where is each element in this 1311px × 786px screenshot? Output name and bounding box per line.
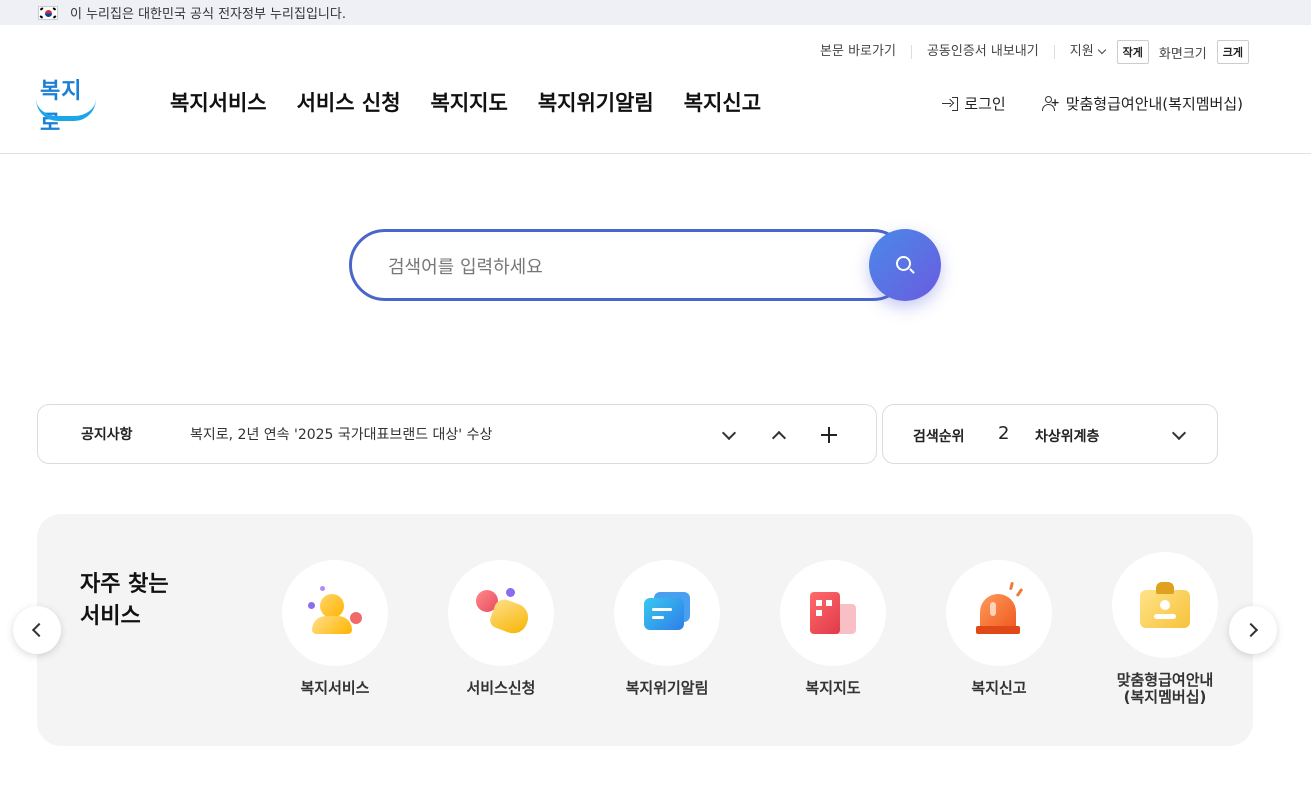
nav-crisis-alert[interactable]: 복지위기알림 bbox=[538, 87, 654, 117]
login-label: 로그인 bbox=[964, 95, 1006, 113]
chevron-up-icon bbox=[771, 430, 787, 445]
service-welfare[interactable]: 복지서비스 bbox=[275, 560, 395, 697]
chevron-down-icon bbox=[721, 425, 737, 440]
notice-prev-button[interactable] bbox=[769, 425, 789, 445]
chevron-left-icon bbox=[31, 622, 47, 638]
service-welfare-map[interactable]: 복지지도 bbox=[773, 560, 893, 697]
notice-label: 공지사항 bbox=[81, 427, 133, 443]
membership-label: 맞춤형급여안내(복지멤버십) bbox=[1065, 95, 1243, 113]
font-size-label: 화면크기 bbox=[1158, 46, 1207, 62]
ranking-number: 2 bbox=[998, 423, 1010, 444]
ranking-term[interactable]: 차상위계층 bbox=[1035, 426, 1099, 446]
service-label: 복지서비스 bbox=[300, 679, 370, 697]
search-icon bbox=[894, 254, 916, 276]
membership-button[interactable]: + 맞춤형급여안내(복지멤버십) bbox=[1041, 93, 1243, 114]
site-header: 본문 바로가기 공동인증서 내보내기 지원 작게 화면크기 크게 복지로 복지서… bbox=[0, 25, 1311, 154]
person-icon bbox=[282, 560, 388, 666]
message-icon bbox=[614, 560, 720, 666]
plus-icon bbox=[821, 427, 837, 443]
gov-banner: 이 누리집은 대한민국 공식 전자정부 누리집입니다. bbox=[0, 0, 1311, 25]
carousel-prev-button[interactable] bbox=[13, 606, 61, 654]
title-line-1: 자주 찾는 bbox=[80, 572, 169, 597]
service-label: 복지지도 bbox=[805, 679, 861, 697]
search-bar bbox=[349, 229, 941, 301]
search-box bbox=[349, 229, 909, 301]
support-dropdown[interactable]: 지원 bbox=[1055, 45, 1113, 59]
site-logo[interactable]: 복지로 bbox=[36, 73, 98, 136]
service-label: 복지신고 bbox=[971, 679, 1027, 697]
id-card-icon bbox=[1112, 552, 1218, 658]
notice-text[interactable]: 복지로, 2년 연속 '2025 국가대표브랜드 대상' 수상 bbox=[190, 424, 492, 444]
font-large-button[interactable]: 크게 bbox=[1216, 40, 1249, 64]
utility-menu: 본문 바로가기 공동인증서 내보내기 지원 작게 화면크기 크게 bbox=[805, 40, 1253, 64]
user-add-icon: + bbox=[1041, 96, 1060, 111]
service-membership[interactable]: 맞춤형급여안내 (복지멤버십) bbox=[1105, 552, 1225, 706]
frequent-services-title: 자주 찾는 서비스 bbox=[80, 569, 169, 633]
login-icon bbox=[942, 96, 959, 111]
nav-welfare-map[interactable]: 복지지도 bbox=[431, 87, 508, 117]
nav-service-apply[interactable]: 서비스 신청 bbox=[297, 87, 401, 117]
nav-welfare-report[interactable]: 복지신고 bbox=[684, 87, 761, 117]
cert-export-link[interactable]: 공동인증서 내보내기 bbox=[912, 45, 1055, 59]
chevron-right-icon bbox=[1243, 622, 1259, 638]
member-menu: 로그인 + 맞춤형급여안내(복지멤버십) bbox=[906, 93, 1243, 114]
service-label: 복지위기알림 bbox=[625, 679, 709, 697]
skip-to-content-link[interactable]: 본문 바로가기 bbox=[805, 45, 912, 59]
korea-flag-icon bbox=[38, 5, 58, 20]
siren-icon bbox=[946, 560, 1052, 666]
service-label: 서비스신청 bbox=[466, 679, 536, 697]
hand-click-icon bbox=[448, 560, 554, 666]
nav-welfare-services[interactable]: 복지서비스 bbox=[170, 87, 267, 117]
service-welfare-report[interactable]: 복지신고 bbox=[939, 560, 1059, 697]
notice-bar: 공지사항 복지로, 2년 연속 '2025 국가대표브랜드 대상' 수상 bbox=[37, 404, 877, 464]
gov-banner-text: 이 누리집은 대한민국 공식 전자정부 누리집입니다. bbox=[70, 7, 346, 22]
notice-next-button[interactable] bbox=[719, 425, 739, 445]
font-small-button[interactable]: 작게 bbox=[1116, 40, 1149, 64]
search-ranking: 검색순위 2 차상위계층 bbox=[882, 404, 1218, 464]
support-label: 지원 bbox=[1069, 44, 1094, 59]
carousel-next-button[interactable] bbox=[1229, 606, 1277, 654]
chevron-down-icon bbox=[1097, 45, 1106, 55]
ranking-label: 검색순위 bbox=[913, 429, 965, 445]
building-icon bbox=[780, 560, 886, 666]
frequent-services-panel: 자주 찾는 서비스 복지서비스 서비스신청 복지위기알림 복지지도 복지신고 맞… bbox=[37, 514, 1253, 746]
service-apply[interactable]: 서비스신청 bbox=[441, 560, 561, 697]
service-label: 맞춤형급여안내 (복지멤버십) bbox=[1116, 671, 1214, 706]
ranking-expand-button[interactable] bbox=[1169, 425, 1189, 445]
search-input[interactable] bbox=[388, 254, 848, 280]
notice-more-button[interactable] bbox=[819, 425, 839, 445]
main-nav: 복지서비스 서비스 신청 복지지도 복지위기알림 복지신고 bbox=[170, 87, 791, 117]
login-button[interactable]: 로그인 bbox=[942, 93, 1006, 114]
service-crisis-alert[interactable]: 복지위기알림 bbox=[607, 560, 727, 697]
chevron-down-icon bbox=[1171, 425, 1187, 440]
search-button[interactable] bbox=[869, 229, 941, 301]
title-line-2: 서비스 bbox=[80, 604, 141, 629]
